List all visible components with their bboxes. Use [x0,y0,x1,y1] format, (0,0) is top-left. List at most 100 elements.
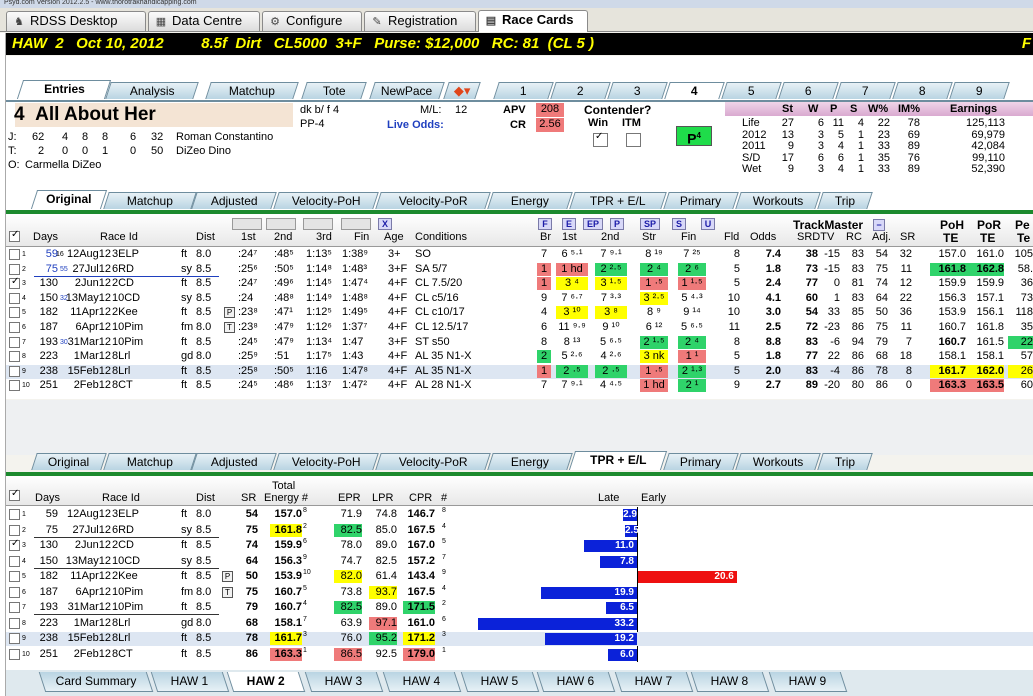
cell-date: 12Aug12 [66,248,111,260]
row-checkbox[interactable] [9,365,20,377]
race-tab-haw5[interactable]: HAW 5 [460,672,540,692]
lower-tab-tpr-el[interactable]: TPR + E/L [568,451,668,470]
lower-tab-energy[interactable]: Energy [487,453,573,470]
tab-matchup[interactable]: Matchup [205,82,299,99]
row-checkbox[interactable] [9,524,20,536]
race-tab-haw4[interactable]: HAW 4 [382,672,462,692]
tab-configure[interactable]: ⚙ Configure [262,11,362,31]
row-number: 5 [22,573,26,580]
filter-button-u[interactable]: U [701,218,715,230]
row-checkbox[interactable] [9,336,20,348]
tab-analysis[interactable]: Analysis [105,82,199,99]
tab-rdss-desktop[interactable]: ♞ RDSS Desktop [6,11,146,31]
row-checkbox[interactable] [9,571,20,582]
row-checkbox[interactable] [9,509,20,520]
split-column-button[interactable] [341,218,371,230]
energy-rank: 5 [303,584,307,592]
lower-tab-workouts[interactable]: Workouts [735,453,821,470]
post-tab-5[interactable]: 5 [721,82,782,99]
row-checkbox[interactable] [9,249,20,260]
tab-entries[interactable]: Entries [16,80,112,99]
race-tab-haw8[interactable]: HAW 8 [690,672,770,692]
post-tab-8[interactable]: 8 [892,82,953,99]
post-tab-2[interactable]: 2 [550,82,611,99]
trainer-stat: 2 [38,145,45,157]
row-checkbox[interactable] [9,555,20,567]
upper-tab-velocity-por[interactable]: Velocity-PoR [375,192,491,209]
row-checkbox[interactable] [9,602,20,613]
split-column-button[interactable] [232,218,262,230]
itm-checkbox[interactable] [626,133,641,147]
filter-button-p[interactable]: P [610,218,624,230]
row-checkbox[interactable] [9,351,20,363]
upper-tab-tpr-el[interactable]: TPR + E/L [569,192,667,209]
row-checkbox[interactable] [9,617,20,629]
col-fld: Fld [724,231,740,243]
row-checkbox[interactable] [9,292,20,304]
post-tab-7[interactable]: 7 [835,82,896,99]
lower-tab-matchup[interactable]: Matchup [103,453,197,470]
race-tab-haw3[interactable]: HAW 3 [304,672,384,692]
cell-lpr: 61.4 [375,570,397,582]
race-tab-haw9[interactable]: HAW 9 [768,672,848,692]
upper-tab-energy[interactable]: Energy [487,192,573,209]
filter-button-f[interactable]: F [538,218,552,230]
filter-button-s[interactable]: S [672,218,686,230]
tab-registration[interactable]: ✎ Registration [364,11,476,31]
post-tab-6[interactable]: 6 [778,82,839,99]
row-checkbox[interactable] [9,380,20,392]
pace-diamond-button[interactable]: ◆▾ [443,82,481,99]
lower-tab-velocity-poh[interactable]: Velocity-PoH [273,453,379,470]
row-checkbox[interactable] [9,586,20,598]
col-br: Br [540,231,551,243]
lower-select-all-checkbox[interactable] [9,488,20,501]
race-tab-haw6[interactable]: HAW 6 [536,672,616,692]
row-checkbox[interactable] [9,276,20,290]
post-tab-9[interactable]: 9 [949,82,1010,99]
lower-tab-trip[interactable]: Trip [817,453,873,470]
race-tab-haw7[interactable]: HAW 7 [614,672,694,692]
row-checkbox[interactable] [9,322,20,333]
upper-select-all-checkbox[interactable] [9,229,20,242]
filter-button-ep[interactable]: EP [583,218,603,230]
lower-tab-primary[interactable]: Primary [663,453,739,470]
row-checkbox[interactable] [9,648,20,660]
lower-tab-adjusted[interactable]: Adjusted [191,453,277,470]
trackmaster-collapse-button[interactable]: − [873,219,885,231]
upper-tab-workouts[interactable]: Workouts [735,192,821,209]
race-tab-card-summary[interactable]: Card Summary [38,672,154,692]
lower-tab-original[interactable]: Original [31,453,107,470]
tab-newpace[interactable]: NewPace [369,82,445,99]
row-checkbox[interactable] [9,538,20,551]
upper-tab-velocity-poh[interactable]: Velocity-PoH [273,192,379,209]
post-tab-3[interactable]: 3 [607,82,668,99]
race-tab-haw2[interactable]: HAW 2 [226,672,306,692]
split-column-button[interactable] [266,218,296,230]
race-tab-haw1[interactable]: HAW 1 [150,672,230,692]
lower-tab-velocity-por[interactable]: Velocity-PoR [375,453,491,470]
split-column-button[interactable] [303,218,333,230]
row-checkbox[interactable] [9,307,20,319]
post-tab-1[interactable]: 1 [493,82,554,99]
filter-button-sp[interactable]: SP [640,218,660,230]
record-value: 1 [857,140,864,152]
cell-date: 6Apr12 [75,321,111,333]
upper-tab-trip[interactable]: Trip [817,192,873,209]
cell-cpr: 167.5 [407,523,435,536]
upper-tab-original[interactable]: Original [30,190,108,209]
post-tab-4[interactable]: 4 [664,82,725,99]
tab-tote[interactable]: Tote [301,82,367,99]
lcol-epr: EPR [338,492,361,504]
row-checkbox[interactable] [9,263,20,275]
cell-energy: 160.7 [274,601,302,613]
upper-tab-matchup[interactable]: Matchup [103,192,197,209]
win-checkbox[interactable] [593,131,608,147]
tab-race-cards[interactable]: ▤ Race Cards [478,10,588,32]
tab-data-centre[interactable]: ▦ Data Centre [148,11,260,31]
energy-rank: 10 [303,569,311,576]
upper-tab-primary[interactable]: Primary [663,192,739,209]
upper-tab-adjusted[interactable]: Adjusted [191,192,277,209]
filter-button-e[interactable]: E [562,218,576,230]
row-checkbox[interactable] [9,633,20,644]
filter-button-x[interactable]: X [378,218,392,230]
